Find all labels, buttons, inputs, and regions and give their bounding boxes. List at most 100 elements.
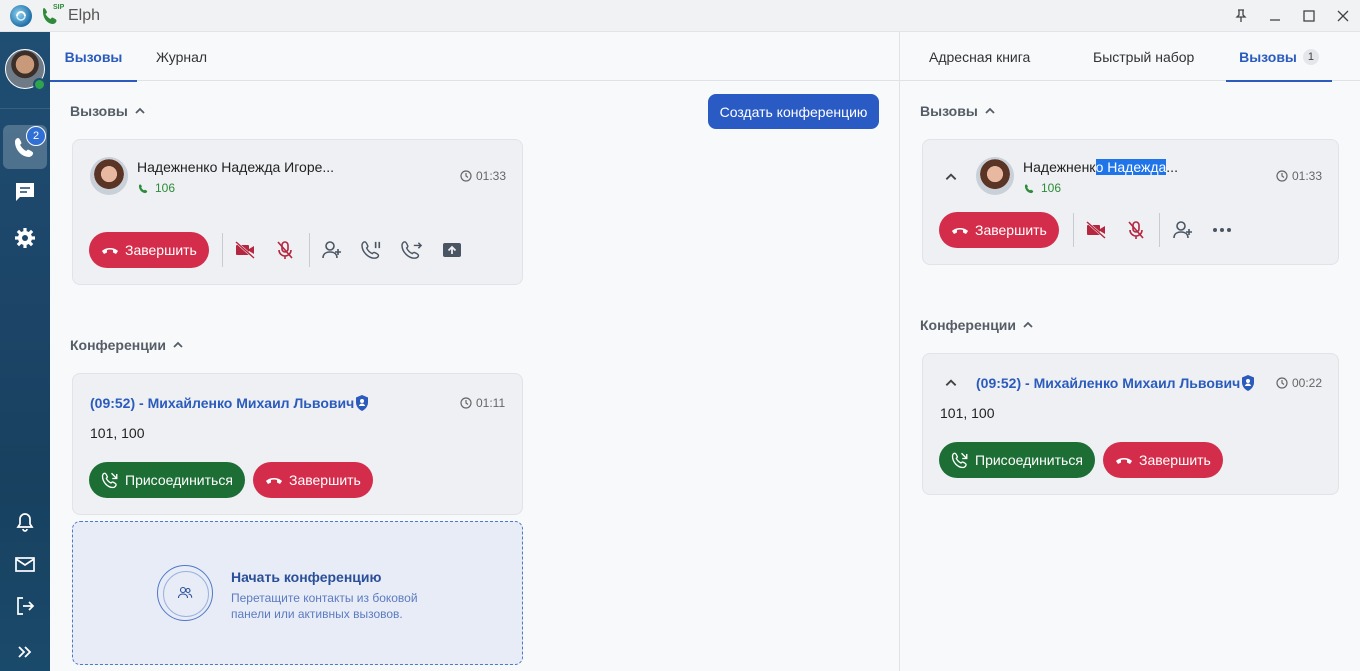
name-prefix: Надежненк xyxy=(1023,159,1096,175)
contact-avatar xyxy=(90,157,128,195)
transfer-call-button[interactable] xyxy=(398,236,426,264)
side-conference-timer-value: 00:22 xyxy=(1292,376,1323,390)
side-calls-count: 1 xyxy=(1302,48,1319,65)
video-off-icon xyxy=(235,241,255,259)
end-conference-button[interactable]: Завершить xyxy=(253,462,373,498)
create-conference-button[interactable]: Создать конференцию xyxy=(708,94,879,129)
nav-notifications[interactable] xyxy=(3,500,47,544)
tab-journal[interactable]: Журнал xyxy=(156,32,207,81)
more-actions-button[interactable] xyxy=(1208,216,1236,244)
side-call-timer-value: 01:33 xyxy=(1292,169,1323,183)
chat-icon xyxy=(16,183,34,201)
side-join-conference-label: Присоединиться xyxy=(975,452,1083,468)
phone-icon xyxy=(1024,183,1034,193)
video-off-button[interactable] xyxy=(231,236,259,264)
nav-chat[interactable] xyxy=(3,170,47,214)
end-call-button[interactable]: Завершить xyxy=(89,232,209,268)
conference-timer: 01:11 xyxy=(460,396,505,410)
dropzone-title: Начать конференцию xyxy=(231,569,382,585)
hangup-icon xyxy=(952,228,968,234)
tab-side-calls-label: Вызовы xyxy=(1239,48,1297,65)
hold-call-button[interactable] xyxy=(358,236,386,264)
tab-speed-dial-label: Быстрый набор xyxy=(1093,48,1195,65)
video-off-icon xyxy=(1086,221,1106,239)
phone-forward-icon xyxy=(401,241,423,259)
active-call-card: Надежненко Надежда Игоре... 106 01:33 За… xyxy=(72,139,523,285)
side-tabs: Адресная книга Быстрый набор Вызовы 1 xyxy=(900,32,1360,82)
close-button[interactable] xyxy=(1326,0,1360,32)
tab-address-book[interactable]: Адресная книга xyxy=(929,32,1030,81)
end-conference-label: Завершить xyxy=(289,472,361,488)
side-calls-section-header[interactable]: Вызовы xyxy=(920,103,996,119)
side-end-call-label: Завершить xyxy=(975,222,1047,238)
side-add-participant-button[interactable] xyxy=(1169,216,1197,244)
sip-label: SIP xyxy=(53,3,65,11)
side-mic-off-button[interactable] xyxy=(1122,216,1150,244)
side-contact-extension: 106 xyxy=(1024,181,1061,195)
phone-join-icon xyxy=(101,472,118,489)
clock-icon xyxy=(1276,377,1288,389)
left-rail: 2 xyxy=(0,32,50,671)
phone-join-icon xyxy=(951,452,968,469)
side-calls-section-title: Вызовы xyxy=(920,103,978,119)
pin-button[interactable] xyxy=(1224,0,1258,32)
close-icon xyxy=(1337,10,1349,21)
side-call-card: Надежненко Надежда... 106 01:33 Завершит… xyxy=(922,139,1339,265)
chevron-up-icon xyxy=(135,107,145,114)
toolbar-divider xyxy=(1159,213,1160,247)
app-logo-icon xyxy=(10,4,32,27)
tab-side-calls[interactable]: Вызовы 1 xyxy=(1226,32,1332,82)
add-participant-button[interactable] xyxy=(318,236,346,264)
conferences-section-header[interactable]: Конференции xyxy=(70,337,184,353)
calls-section-title: Вызовы xyxy=(70,103,128,119)
hangup-icon xyxy=(1116,458,1132,464)
hangup-icon xyxy=(102,248,118,254)
calls-section-header[interactable]: Вызовы xyxy=(70,103,146,119)
extension-number: 106 xyxy=(1041,181,1062,195)
conference-title[interactable]: (09:52) - Михайленко Михаил Львович xyxy=(90,395,354,411)
conference-card: (09:52) - Михайленко Михаил Львович 01:1… xyxy=(72,373,523,515)
park-call-button[interactable] xyxy=(438,236,466,264)
chevron-up-icon[interactable] xyxy=(944,376,958,390)
expand-rail-button[interactable] xyxy=(3,630,47,671)
side-video-off-button[interactable] xyxy=(1082,216,1110,244)
users-circle xyxy=(157,565,213,621)
name-selected-text: о Надежда xyxy=(1095,159,1167,175)
side-end-conference-button[interactable]: Завершить xyxy=(1103,442,1223,478)
main-tabs: Вызовы Журнал xyxy=(50,32,899,82)
tab-calls[interactable]: Вызовы xyxy=(50,32,137,82)
tab-speed-dial[interactable]: Быстрый набор xyxy=(1093,32,1194,81)
join-conference-button[interactable]: Присоединиться xyxy=(89,462,245,498)
bell-icon xyxy=(16,513,34,532)
more-horizontal-icon xyxy=(1213,228,1231,232)
mic-off-button[interactable] xyxy=(271,236,299,264)
chevron-up-icon xyxy=(173,341,183,348)
users-icon xyxy=(177,586,193,599)
mic-off-icon xyxy=(277,241,293,259)
window-title: Elph xyxy=(68,6,101,24)
clock-icon xyxy=(460,397,472,409)
hangup-icon xyxy=(266,478,282,484)
add-user-icon xyxy=(322,241,341,259)
contact-extension: 106 xyxy=(138,181,175,195)
extension-number: 106 xyxy=(155,181,176,195)
side-join-conference-button[interactable]: Присоединиться xyxy=(939,442,1095,478)
side-conference-card: (09:52) - Михайленко Михаил Львович 00:2… xyxy=(922,353,1339,495)
side-conferences-section-header[interactable]: Конференции xyxy=(920,317,1034,333)
nav-logout[interactable] xyxy=(3,584,47,628)
minimize-button[interactable] xyxy=(1258,0,1292,32)
end-call-label: Завершить xyxy=(125,242,197,258)
contact-avatar xyxy=(976,157,1014,195)
maximize-button[interactable] xyxy=(1292,0,1326,32)
side-conference-title[interactable]: (09:52) - Михайленко Михаил Львович xyxy=(976,375,1240,391)
pin-icon xyxy=(1235,8,1247,22)
logout-icon xyxy=(17,597,35,615)
side-end-call-button[interactable]: Завершить xyxy=(939,212,1059,248)
add-user-icon xyxy=(1173,221,1192,239)
nav-settings[interactable] xyxy=(3,216,47,260)
nav-mail[interactable] xyxy=(3,542,47,586)
online-status-icon xyxy=(33,78,46,91)
clock-icon xyxy=(460,170,472,182)
start-conference-dropzone[interactable]: Начать конференцию Перетащите контакты и… xyxy=(72,521,523,665)
chevron-up-icon[interactable] xyxy=(944,170,958,184)
